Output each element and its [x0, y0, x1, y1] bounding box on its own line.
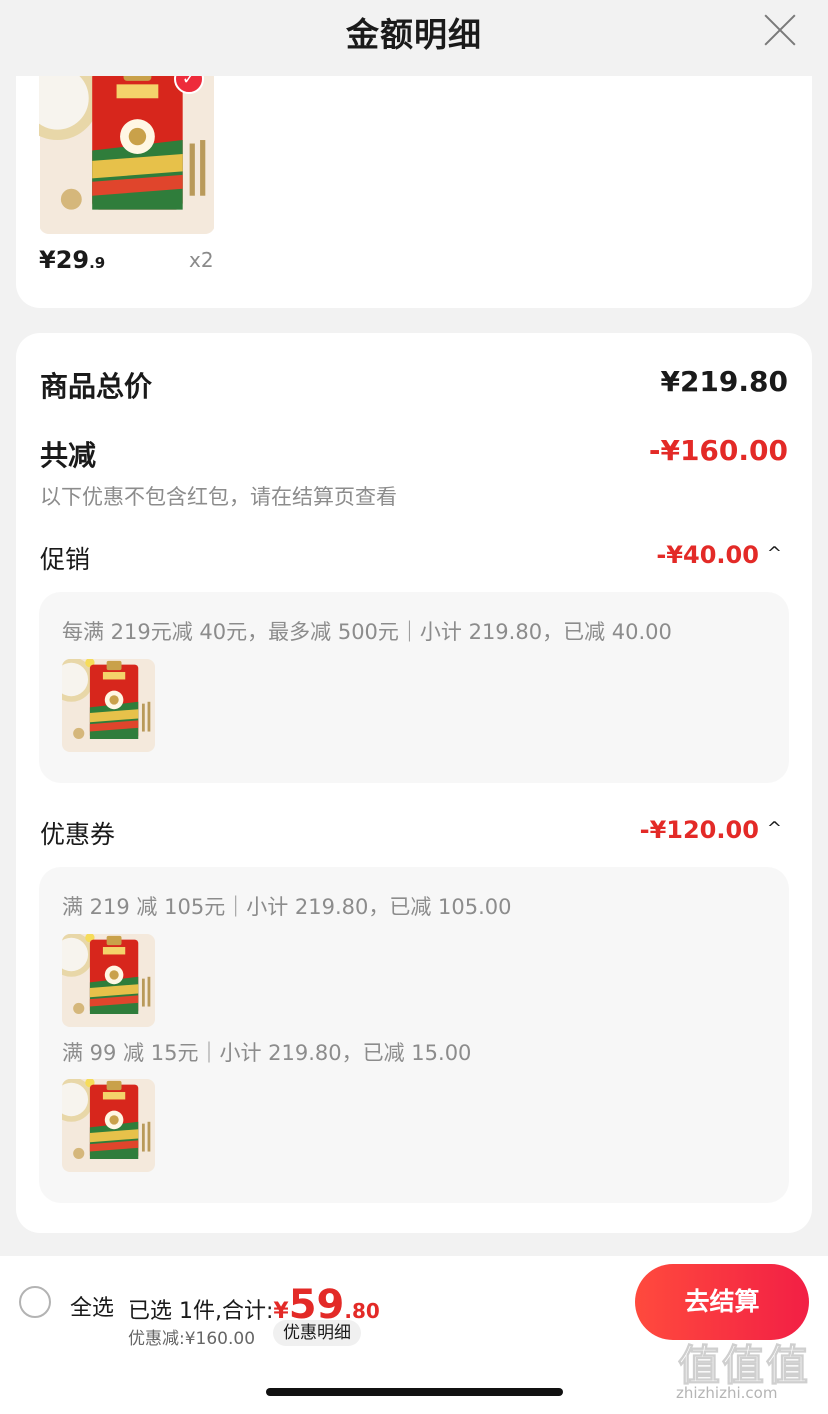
promotion-value: -¥40.00 [656, 541, 759, 569]
item-price-cents: .9 [89, 254, 106, 272]
product-thumbnail [62, 659, 155, 752]
price-detail-card: 商品总价 ¥219.80 共减 -¥160.00 以下优惠不包含红包，请在结算页… [16, 333, 812, 1233]
caret-up-icon: ^ [766, 543, 782, 564]
checkout-button[interactable]: 去结算 [635, 1264, 809, 1340]
page-title: 金额明细 [346, 15, 482, 54]
product-thumbnail [62, 934, 155, 1027]
promotion-label: 促销 [40, 545, 91, 574]
watermark-url: zhizhizhi.com [676, 1384, 778, 1402]
coupon-value: -¥120.00 [639, 816, 759, 844]
item-price: ¥29.9 [39, 246, 105, 274]
home-indicator[interactable] [266, 1388, 563, 1396]
product-thumbnail [62, 1079, 155, 1172]
promotion-box: 每满 219元减 40元，最多减 500元｜小计 219.80，已减 40.00 [39, 592, 789, 783]
coupon-box: 满 219 减 105元｜小计 219.80，已减 105.00 满 99 减 … [39, 867, 789, 1203]
coupon-rule: 满 219 减 105元｜小计 219.80，已减 105.00 [62, 895, 512, 919]
total-label: 商品总价 [40, 370, 153, 403]
item-price-main: ¥29 [39, 246, 90, 274]
header-bar: 金额明细 [0, 0, 828, 76]
close-icon[interactable] [762, 12, 798, 48]
item-quantity: x2 [189, 248, 214, 272]
caret-up-icon: ^ [766, 818, 782, 839]
select-all-label[interactable]: 全选 [70, 1290, 114, 1322]
cart-item-card: ✓ ¥29.9 x2 [16, 76, 812, 308]
radio-unchecked-icon[interactable] [19, 1286, 51, 1318]
selected-count-text: 已选 1件,合计: [128, 1299, 274, 1324]
discount-summary: 优惠减:¥160.00 [128, 1329, 256, 1349]
coupon-rule: 满 99 减 15元｜小计 219.80，已减 15.00 [62, 1041, 472, 1065]
product-image[interactable] [39, 76, 215, 234]
total-value: ¥219.80 [660, 365, 788, 398]
coupon-label: 优惠券 [40, 820, 116, 849]
reduced-value: -¥160.00 [648, 434, 788, 467]
checkout-bar: 全选 已选 1件,合计:¥59.80 优惠减:¥160.00 优惠明细 去结算 … [0, 1256, 828, 1414]
discount-hint: 以下优惠不包含红包，请在结算页查看 [40, 485, 397, 509]
coupon-toggle[interactable]: -¥120.00 ^ [640, 816, 782, 844]
promotion-toggle[interactable]: -¥40.00 ^ [656, 541, 782, 569]
reduced-label: 共减 [40, 439, 97, 472]
promotion-rule: 每满 219元减 40元，最多减 500元｜小计 219.80，已减 40.00 [62, 620, 672, 644]
discount-detail-button[interactable]: 优惠明细 [273, 1320, 361, 1346]
